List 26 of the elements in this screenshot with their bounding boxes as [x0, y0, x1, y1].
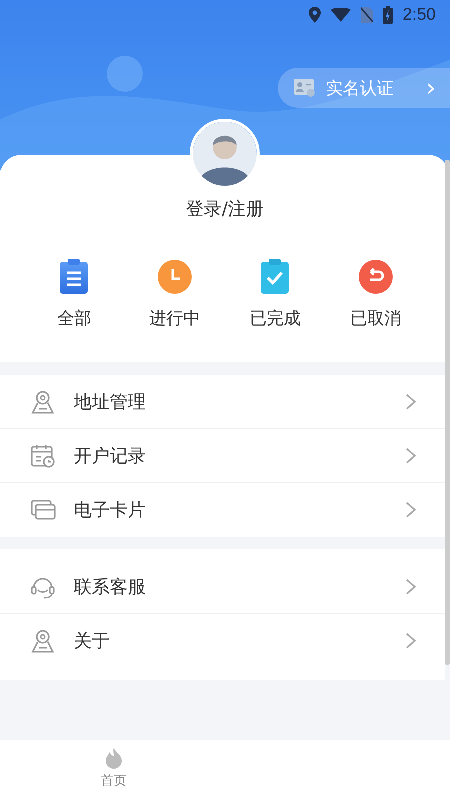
- chevron-right-icon: [405, 392, 417, 410]
- menu-item[interactable]: 地址管理: [0, 375, 445, 429]
- login-link[interactable]: 登录/注册: [178, 193, 272, 225]
- chevron-right-icon: [405, 578, 417, 596]
- card-icon: [30, 497, 56, 523]
- no-sim-icon: [360, 7, 373, 23]
- tab[interactable]: 首页: [95, 740, 133, 800]
- battery-icon: [382, 6, 393, 24]
- menu-item[interactable]: 联系客服: [0, 560, 445, 614]
- order-filter[interactable]: 进行中: [124, 257, 225, 330]
- location-icon: [308, 7, 321, 23]
- chevron-right-icon: [405, 501, 417, 519]
- id-card-icon: [294, 78, 316, 98]
- status-time: 2:50: [402, 5, 436, 25]
- menu-item[interactable]: 电子卡片: [0, 483, 445, 537]
- order-filter[interactable]: 已取消: [326, 257, 426, 330]
- map-pin-icon: [30, 628, 56, 654]
- menu-item[interactable]: 开户记录: [0, 429, 445, 483]
- chevron-right-icon: [405, 446, 417, 464]
- order-filter[interactable]: 已完成: [225, 257, 326, 330]
- calendar-icon: [30, 442, 56, 468]
- order-filter[interactable]: 全部: [24, 257, 124, 330]
- menu-item[interactable]: 关于: [0, 614, 445, 668]
- chevron-right-icon: [405, 632, 417, 650]
- map-pin-icon: [30, 388, 56, 414]
- wifi-icon: [330, 8, 351, 22]
